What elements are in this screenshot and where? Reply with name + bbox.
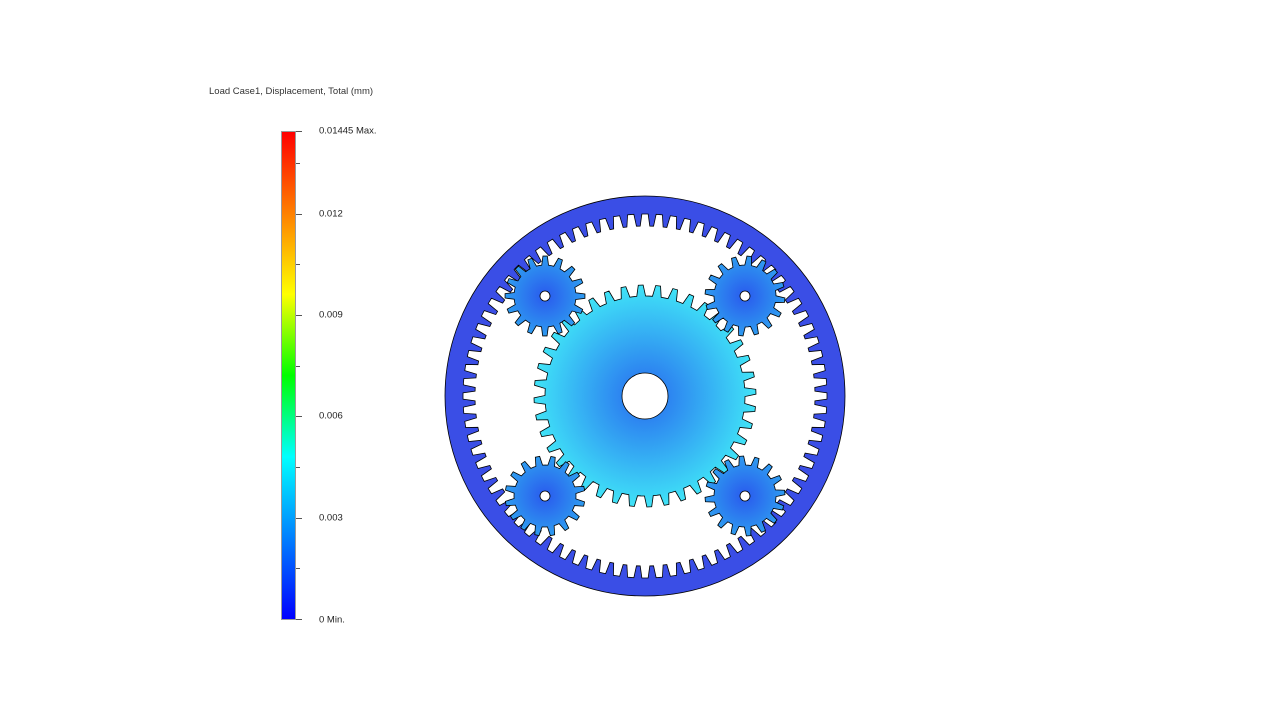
planet-gear-top-left	[504, 255, 586, 337]
ring-gear	[444, 195, 846, 597]
planetary-gear-model	[444, 195, 846, 597]
